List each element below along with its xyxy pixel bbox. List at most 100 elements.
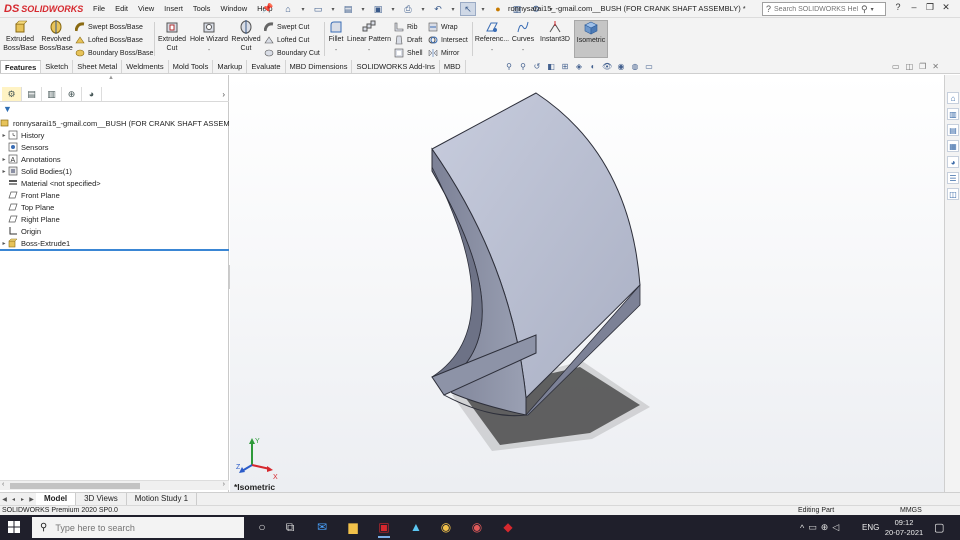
undo-dropdown-icon[interactable]: ▾	[449, 2, 457, 16]
select-arrow-icon[interactable]: ↖	[460, 2, 476, 16]
swept-cut-button[interactable]: Swept Cut	[264, 21, 309, 33]
viewport-restore-icon[interactable]: ❐	[919, 62, 926, 71]
language-indicator[interactable]: ENG	[862, 523, 879, 532]
feature-manager-tab-icon[interactable]: ⚙	[2, 87, 22, 101]
wrap-button[interactable]: Wrap	[428, 21, 458, 33]
print-icon[interactable]: ⎙	[400, 2, 416, 16]
prev-tab-icon[interactable]: ◂	[9, 496, 18, 503]
next-tab-icon[interactable]: ▸	[18, 496, 27, 503]
display-manager-tab-icon[interactable]: ◕	[82, 87, 102, 101]
tree-item-right-plane[interactable]: Right Plane	[0, 213, 229, 225]
menu-view[interactable]: View	[133, 4, 159, 13]
design-library-icon[interactable]: ▥	[947, 108, 959, 120]
curves-button[interactable]: Curves -	[511, 20, 535, 58]
intersect-button[interactable]: Intersect	[428, 34, 468, 46]
display-style-icon[interactable]: ◐	[588, 61, 598, 72]
tree-item-history[interactable]: ▸ History	[0, 129, 229, 141]
file-explorer-taskbar-icon[interactable]: ▆	[345, 519, 361, 535]
filter-icon[interactable]: ▼	[3, 104, 12, 114]
forum-icon[interactable]: ◫	[947, 188, 959, 200]
menu-edit[interactable]: Edit	[110, 4, 133, 13]
home-dropdown-icon[interactable]: ▾	[299, 2, 307, 16]
hide-show-items-icon[interactable]: 👁	[602, 61, 612, 72]
volume-icon[interactable]: ◁	[832, 522, 839, 533]
battery-icon[interactable]: ▭	[808, 522, 817, 533]
taskbar-clock[interactable]: 09:12 20-07-2021	[882, 518, 926, 538]
zoom-to-fit-icon[interactable]: ⚲	[504, 61, 514, 72]
property-manager-tab-icon[interactable]: ▤	[22, 87, 42, 101]
tab-model[interactable]: Model	[36, 493, 77, 505]
scroll-right-icon[interactable]: ›	[223, 481, 225, 488]
isometric-button[interactable]: Isometric	[574, 20, 608, 58]
chrome-profile-icon[interactable]: ◉	[469, 519, 485, 535]
instant3d-button[interactable]: Instant3D	[538, 20, 572, 58]
tab-markup[interactable]: Markup	[213, 60, 248, 73]
task-view-icon[interactable]: ⧉	[282, 519, 298, 535]
solidworks-resources-icon[interactable]: ⌂	[947, 92, 959, 104]
tree-item-boss-extrude1[interactable]: ▸ Boss-Extrude1	[0, 237, 229, 249]
new-dropdown-icon[interactable]: ▾	[329, 2, 337, 16]
reference-geometry-button[interactable]: Referenc... -	[475, 20, 509, 58]
linear-pattern-dropdown[interactable]: -	[368, 47, 370, 54]
tab-mbd[interactable]: MBD	[440, 60, 466, 73]
tree-item-sensors[interactable]: Sensors	[0, 141, 229, 153]
app-red-icon[interactable]: ◆	[500, 519, 516, 535]
revolved-boss-button[interactable]: Revolved Boss/Base	[39, 20, 73, 58]
viewport-minimize-icon[interactable]: ▭	[892, 62, 900, 71]
tree-item-annotations[interactable]: ▸ A Annotations	[0, 153, 229, 165]
rollback-bar[interactable]	[0, 249, 229, 251]
viewport-close-icon[interactable]: ✕	[932, 62, 939, 71]
revolved-cut-button[interactable]: Revolved Cut	[231, 20, 261, 58]
help-options-icon[interactable]: ?	[892, 2, 904, 13]
mirror-button[interactable]: Mirror	[428, 47, 459, 59]
select-dropdown-icon[interactable]: ▾	[479, 2, 487, 16]
tree-horizontal-scrollbar[interactable]: ‹ ›	[0, 480, 229, 490]
print-dropdown-icon[interactable]: ▾	[419, 2, 427, 16]
tab-motion-study-1[interactable]: Motion Study 1	[127, 493, 198, 505]
more-tabs-chevron-icon[interactable]: ›	[222, 90, 225, 99]
apply-scene-icon[interactable]: ◍	[630, 61, 640, 72]
save-icon[interactable]: ▣	[370, 2, 386, 16]
expand-arrow-icon[interactable]: ▸	[0, 240, 8, 247]
tree-item-top-plane[interactable]: Top Plane	[0, 201, 229, 213]
hole-wizard-dropdown[interactable]: -	[208, 47, 210, 54]
tab-mold-tools[interactable]: Mold Tools	[169, 60, 214, 73]
taskbar-search-input[interactable]	[55, 522, 226, 533]
linear-pattern-button[interactable]: Linear Pattern -	[347, 20, 391, 58]
open-folder-icon[interactable]: ▤	[340, 2, 356, 16]
scroll-left-icon[interactable]: ‹	[2, 481, 4, 488]
expand-arrow-icon[interactable]: ▸	[0, 156, 8, 163]
tab-sheet-metal[interactable]: Sheet Metal	[73, 60, 123, 73]
cortana-icon[interactable]: ○	[254, 519, 270, 535]
tab-mbd-dimensions[interactable]: MBD Dimensions	[286, 60, 353, 73]
units-selector[interactable]: MMGS	[900, 507, 922, 514]
custom-properties-icon[interactable]: ☰	[947, 172, 959, 184]
boundary-boss-button[interactable]: Boundary Boss/Base	[75, 47, 153, 59]
expand-arrow-icon[interactable]: ▸	[0, 168, 8, 175]
pin-menu-icon[interactable]: 📌	[262, 3, 273, 14]
show-hidden-icons-icon[interactable]: ^	[800, 523, 804, 533]
view-orientation-icon[interactable]: ◈	[574, 61, 584, 72]
network-icon[interactable]: ⊕	[821, 522, 829, 533]
swept-boss-button[interactable]: Swept Boss/Base	[75, 21, 143, 33]
reference-geometry-dropdown[interactable]: -	[491, 47, 493, 54]
tree-item-front-plane[interactable]: Front Plane	[0, 189, 229, 201]
viewport-tile-icon[interactable]: ◫	[906, 62, 914, 71]
scroll-thumb[interactable]	[10, 483, 140, 489]
shell-button[interactable]: Shell	[394, 47, 423, 59]
rib-button[interactable]: Rib	[394, 21, 418, 33]
tab-solidworks-addins[interactable]: SOLIDWORKS Add-Ins	[352, 60, 440, 73]
orientation-triad[interactable]: Y X Z	[236, 435, 280, 479]
save-dropdown-icon[interactable]: ▾	[389, 2, 397, 16]
search-dropdown-icon[interactable]: ▾	[871, 6, 874, 13]
solidworks-logo[interactable]: DS SOLIDWORKS	[4, 2, 83, 16]
open-dropdown-icon[interactable]: ▾	[359, 2, 367, 16]
graphics-area[interactable]: Y X Z *Isometric	[230, 75, 944, 492]
tab-3d-views[interactable]: 3D Views	[76, 493, 127, 505]
undo-icon[interactable]: ↶	[430, 2, 446, 16]
menu-insert[interactable]: Insert	[159, 4, 188, 13]
extruded-cut-button[interactable]: Extruded Cut	[157, 20, 187, 58]
lofted-cut-button[interactable]: Lofted Cut	[264, 34, 309, 46]
section-view-icon[interactable]: ◧	[546, 61, 556, 72]
last-tab-icon[interactable]: ▶	[27, 496, 36, 503]
